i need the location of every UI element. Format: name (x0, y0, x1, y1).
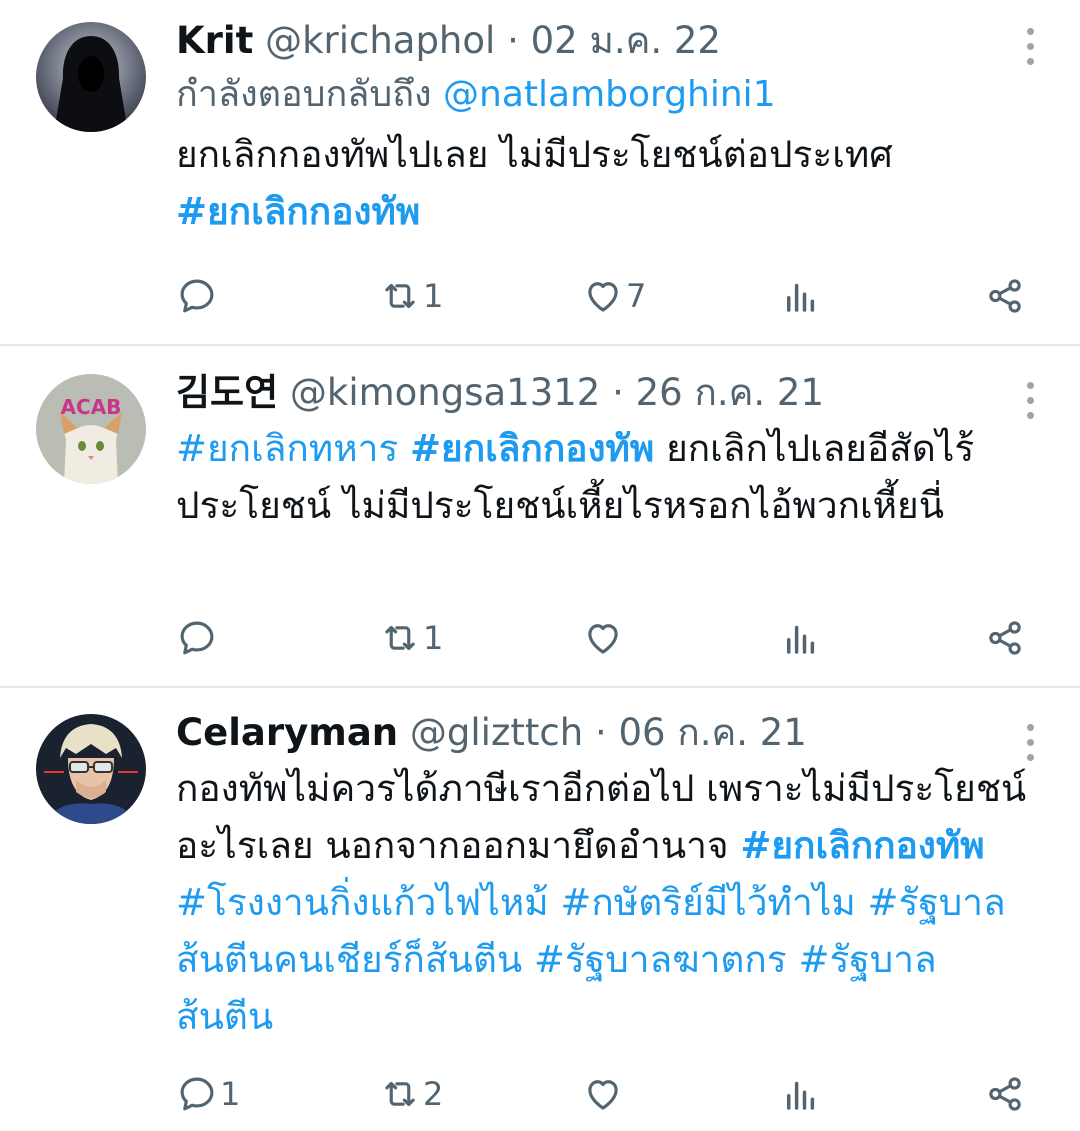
handle[interactable]: @krichaphol (265, 19, 495, 62)
tweet-date[interactable]: 06 ก.ค. 21 (618, 711, 806, 754)
share-icon (989, 1077, 1021, 1111)
avatar[interactable]: ACAB (36, 374, 146, 484)
tweet-text: #ยกเลิกทหาร #ยกเลิกกองทัพ ยกเลิกไปเลยอีส… (176, 420, 1030, 534)
retweet-count: 1 (423, 619, 444, 657)
views-icon (787, 1081, 815, 1110)
retweet-button[interactable]: 1 (379, 612, 443, 664)
hooded-figure-avatar (36, 22, 146, 132)
share-button[interactable] (984, 612, 1026, 664)
handle[interactable]: @glizttch (410, 711, 583, 754)
action-bar: 1 2 (176, 1068, 1040, 1120)
reply-button[interactable] (176, 270, 220, 322)
retweet-count: 1 (423, 277, 444, 315)
display-name[interactable]: Krit (176, 19, 253, 62)
reply-context: กำลังตอบกลับถึง @natlamborghini1 (176, 66, 1030, 124)
views-button[interactable] (780, 270, 822, 322)
hashtag-list[interactable]: #โรงงานกิ่งแก้วไฟไหม้ #กษัตริย์มีไว้ทำไม… (176, 881, 1006, 1038)
tweet-text: กองทัพไม่ควรได้ภาษีเราอีกต่อไป เพราะไม่ม… (176, 760, 1030, 1045)
cat-anarchy-avatar: ACAB (36, 374, 146, 484)
avatar[interactable] (36, 22, 146, 132)
handle[interactable]: @kimongsa1312 (290, 371, 600, 414)
like-icon (588, 624, 618, 654)
views-button[interactable] (780, 612, 822, 664)
hashtag[interactable]: #ยกเลิกทหาร (176, 427, 398, 470)
views-button[interactable] (780, 1068, 822, 1120)
action-bar: 1 (176, 612, 1040, 664)
reply-prefix: กำลังตอบกลับถึง (176, 74, 444, 115)
like-button[interactable] (582, 1068, 626, 1120)
share-button[interactable] (984, 1068, 1026, 1120)
separator-dot: · (507, 19, 519, 62)
share-button[interactable] (984, 270, 1026, 322)
separator-dot: · (612, 371, 624, 414)
retweet-count: 2 (423, 1075, 444, 1113)
like-button[interactable]: 7 (582, 270, 646, 322)
separator-dot: · (594, 711, 607, 754)
hashtag[interactable]: #ยกเลิกกองทัพ (410, 427, 654, 470)
tweet-body: ยกเลิกกองทัพไปเลย ไม่มีประโยชน์ต่อประเทศ (176, 133, 893, 176)
reply-icon (180, 621, 214, 655)
more-icon[interactable] (1024, 28, 1036, 65)
tweet-date[interactable]: 26 ก.ค. 21 (636, 371, 824, 414)
views-icon (787, 625, 815, 654)
views-icon (787, 283, 815, 312)
share-icon (989, 279, 1021, 313)
reply-icon (180, 1077, 214, 1111)
retweet-button[interactable]: 2 (379, 1068, 443, 1120)
retweet-icon (385, 1081, 415, 1107)
anime-character-avatar (36, 714, 146, 824)
retweet-button[interactable]: 1 (379, 270, 443, 322)
retweet-icon (385, 625, 415, 651)
more-icon[interactable] (1024, 724, 1036, 761)
tweet[interactable]: Krit @krichaphol · 02 ม.ค. 22 กำลังตอบกล… (0, 0, 1080, 346)
reply-button[interactable] (176, 612, 220, 664)
tweet-date[interactable]: 02 ม.ค. 22 (531, 19, 721, 62)
reply-mention[interactable]: @natlamborghini1 (443, 74, 776, 115)
tweet[interactable]: ACAB 김도연 @kimongsa1312 · 26 ก.ค. 21 #ยกเ… (0, 346, 1080, 688)
retweet-icon (385, 283, 415, 309)
avatar-text: ACAB (61, 395, 122, 419)
like-count: 7 (626, 277, 647, 315)
reply-count: 1 (220, 1075, 241, 1113)
like-icon (588, 1080, 618, 1110)
tweet-text: ยกเลิกกองทัพไปเลย ไม่มีประโยชน์ต่อประเทศ… (176, 126, 1030, 240)
reply-button[interactable]: 1 (176, 1068, 240, 1120)
like-icon (588, 282, 618, 312)
display-name[interactable]: 김도연 (176, 371, 278, 414)
reply-icon (180, 279, 214, 313)
hashtag[interactable]: #ยกเลิกกองทัพ (176, 190, 420, 233)
like-button[interactable] (582, 612, 626, 664)
more-icon[interactable] (1024, 382, 1036, 419)
tweet[interactable]: Celaryman @glizttch · 06 ก.ค. 21 กองทัพไ… (0, 688, 1080, 1131)
action-bar: 1 7 (176, 270, 1040, 322)
share-icon (989, 621, 1021, 655)
hashtag[interactable]: #ยกเลิกกองทัพ (740, 824, 984, 867)
display-name[interactable]: Celaryman (176, 711, 398, 754)
avatar[interactable] (36, 714, 146, 824)
